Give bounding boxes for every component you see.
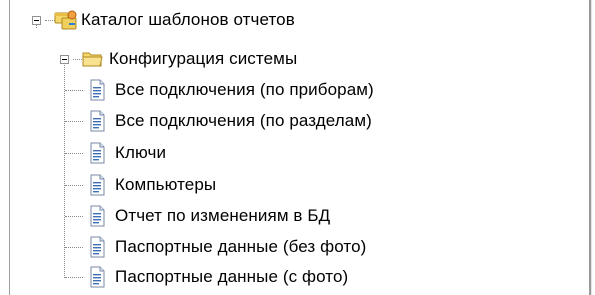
tree-line — [65, 247, 83, 249]
tree-node-report-item[interactable]: Все подключения (по разделам) — [87, 107, 372, 135]
tree-node-report-catalog[interactable]: Каталог шаблонов отчетов — [54, 6, 295, 34]
report-catalog-icon — [54, 10, 77, 30]
tree-node-report-item[interactable]: Все подключения (по приборам) — [87, 76, 374, 104]
tree-node-report-item[interactable]: Паспортные данные (с фото) — [87, 263, 348, 291]
tree-node-label: Отчет по изменениям в БД — [115, 206, 331, 225]
folder-open-icon — [82, 52, 103, 67]
tree-line — [65, 277, 83, 279]
tree-line — [65, 121, 83, 123]
report-document-icon — [90, 79, 105, 101]
tree-node-report-item[interactable]: Компьютеры — [87, 171, 216, 199]
tree-line — [64, 60, 66, 278]
report-document-icon — [90, 266, 105, 288]
report-document-icon — [90, 236, 105, 258]
tree-line — [65, 185, 83, 187]
report-document-icon — [90, 205, 105, 227]
tree-node-label: Все подключения (по приборам) — [115, 80, 374, 99]
report-document-icon — [90, 110, 105, 132]
tree-node-label: Конфигурация системы — [109, 49, 298, 68]
folder-collapse-toggle[interactable] — [60, 55, 69, 64]
tree-node-report-item[interactable]: Паспортные данные (без фото) — [87, 233, 366, 261]
report-document-icon — [90, 142, 105, 164]
tree-line — [73, 59, 82, 61]
panel-right-border-highlight — [591, 0, 592, 295]
root-collapse-toggle[interactable] — [32, 16, 41, 25]
tree-node-label: Паспортные данные (с фото) — [115, 267, 349, 286]
report-document-icon — [90, 174, 105, 196]
tree-line — [65, 153, 83, 155]
tree-node-label: Компьютеры — [115, 175, 217, 194]
tree-node-label: Ключи — [115, 143, 167, 162]
tree-node-report-item[interactable]: Ключи — [87, 139, 166, 167]
panel-left-border — [9, 0, 10, 295]
tree-node-label: Паспортные данные (без фото) — [115, 237, 367, 256]
tree-line — [65, 90, 83, 92]
tree-node-report-item[interactable]: Отчет по изменениям в БД — [87, 202, 330, 230]
tree-node-system-configuration[interactable]: Конфигурация системы — [82, 45, 297, 73]
tree-node-label: Все подключения (по разделам) — [115, 111, 372, 130]
tree-node-label: Каталог шаблонов отчетов — [81, 10, 295, 29]
tree-line — [65, 216, 83, 218]
